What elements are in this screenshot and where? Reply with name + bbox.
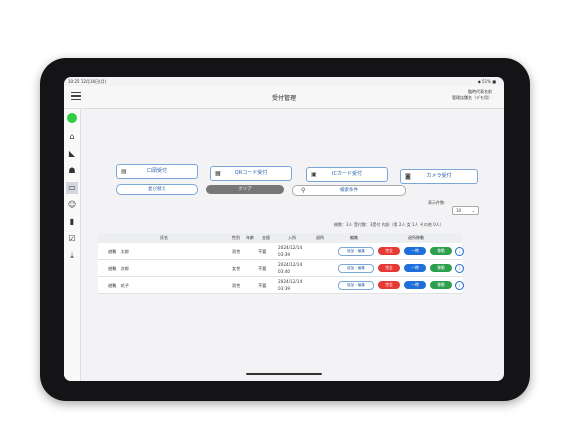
page-title: 受付管理 (271, 95, 296, 102)
oral-reception-button[interactable]: ▤ 口頭受付 (116, 164, 198, 179)
online-status-icon (67, 113, 77, 123)
chart-icon[interactable]: ▮ (66, 216, 78, 228)
row-entry-date: 2024/12/14 (278, 262, 303, 267)
edit-button[interactable]: 追加・編集 (338, 247, 374, 256)
row-name: 避難 花子 (108, 283, 129, 288)
info-icon[interactable]: i (455, 264, 464, 273)
row-support: 不要 (258, 283, 267, 288)
col-age: 年齢 (246, 235, 254, 240)
col-edit: 編集 (350, 235, 358, 240)
move-button[interactable]: 移動 (430, 247, 452, 255)
status-bar: 10:25 12月16日(月) ◆ 51% ■ (64, 77, 504, 86)
ic-card-icon: ▣ (311, 171, 317, 178)
col-support: 支援 (262, 235, 270, 240)
row-gender: 男性 (232, 283, 241, 288)
row-entry-time: 03:39 (278, 252, 291, 257)
row-entry-time: 03:39 (278, 286, 291, 291)
info-icon[interactable]: i (455, 281, 464, 290)
user-store: 管理店舗名（デモ用） (452, 95, 492, 100)
col-gender: 性別 (232, 235, 240, 240)
checklist-icon[interactable]: ☑ (66, 233, 78, 245)
col-exit: 退所 (316, 235, 324, 240)
col-move: 退所移動 (408, 235, 424, 240)
card-icon: ▤ (121, 168, 127, 175)
row-name: 避難 次郎 (108, 266, 129, 271)
col-name: 氏名 (160, 235, 168, 240)
row-gender: 男性 (232, 249, 241, 254)
info-icon[interactable]: i (455, 247, 464, 256)
user-info: 臨時代表名前 管理店舗名（デモ用） (452, 89, 492, 101)
status-time: 10:25 12月16日(月) (68, 79, 107, 84)
move-button[interactable]: 移動 (430, 264, 452, 272)
temporary-button[interactable]: 一時 (404, 264, 426, 272)
sidebar: ⌂ ◣ ☗ ▭ ☺ ▮ ☑ ⤓ (64, 109, 81, 381)
temporary-button[interactable]: 一時 (404, 281, 426, 289)
qr-icon: ▦ (215, 170, 221, 177)
temporary-button[interactable]: 一時 (404, 247, 426, 255)
row-name: 避難 太郎 (108, 249, 129, 254)
qr-reception-button[interactable]: ▦ QRコード受付 (210, 166, 292, 181)
table-body: 避難 太郎 男性 不要 2024/12/14 03:39 追加・編集 完全 一時 移動 i 避難 次… (98, 243, 464, 294)
download-icon[interactable]: ⤓ (66, 250, 78, 262)
top-bar: 受付管理 臨時代表名前 管理店舗名（デモ用） (64, 86, 504, 109)
summary-text: 総数：3人 受付数：3受付 内訳（男 2人 女 1人 その他 0人） (334, 222, 444, 227)
row-gender: 女性 (232, 266, 241, 271)
home-icon[interactable]: ⌂ (66, 131, 78, 143)
row-entry-date: 2024/12/14 (278, 245, 303, 250)
status-right: ◆ 51% ■ (477, 79, 496, 84)
search-conditions-button[interactable]: ⚲ 検索条件 (292, 185, 406, 196)
camera-icon: ◙ (405, 173, 411, 180)
edit-button[interactable]: 追加・編集 (338, 264, 374, 273)
reception-table: 氏名 性別 年齢 支援 入所 退所 編集 退所移動 避難 太郎 男性 不要 2024/… (98, 233, 464, 294)
complete-button[interactable]: 完全 (378, 247, 400, 255)
row-entry-time: 03:40 (278, 269, 291, 274)
ic-card-reception-button[interactable]: ▣ ICカード受付 (306, 167, 388, 182)
chevron-down-icon: ⌄ (471, 208, 475, 213)
megaphone-icon[interactable]: ◣ (66, 148, 78, 160)
row-support: 不要 (258, 249, 267, 254)
app-screen: 10:25 12月16日(月) ◆ 51% ■ 受付管理 臨時代表名前 管理店舗… (64, 77, 504, 381)
move-button[interactable]: 移動 (430, 281, 452, 289)
table-row: 避難 太郎 男性 不要 2024/12/14 03:39 追加・編集 完全 一時 移動 i (98, 243, 464, 260)
table-row: 避難 次郎 女性 不要 2024/12/14 03:40 追加・編集 完全 一時 移動 i (98, 260, 464, 277)
sort-button[interactable]: 並び替え (116, 184, 198, 195)
display-count-label: 表示件数: (428, 200, 446, 205)
group-icon[interactable]: ☗ (66, 165, 78, 177)
edit-button[interactable]: 追加・編集 (338, 281, 374, 290)
reception-icon[interactable]: ▭ (66, 182, 78, 194)
tablet-frame: 10:25 12月16日(月) ◆ 51% ■ 受付管理 臨時代表名前 管理店舗… (40, 58, 530, 401)
home-indicator (246, 373, 322, 375)
table-row: 避難 花子 男性 不要 2024/12/14 03:39 追加・編集 完全 一時 移動 i (98, 277, 464, 294)
camera-reception-button[interactable]: ◙ カメラ受付 (400, 169, 478, 184)
complete-button[interactable]: 完全 (378, 264, 400, 272)
table-header: 氏名 性別 年齢 支援 入所 退所 編集 退所移動 (98, 233, 462, 243)
display-count-select[interactable]: 10 ⌄ (452, 206, 479, 215)
people-icon[interactable]: ☺ (66, 199, 78, 211)
row-entry-date: 2024/12/14 (278, 279, 303, 284)
clear-button[interactable]: クリア (206, 185, 284, 194)
search-icon: ⚲ (301, 187, 306, 194)
main-content: ▤ 口頭受付 ▦ QRコード受付 ▣ ICカード受付 ◙ カメラ受付 並び替え … (82, 109, 502, 381)
row-support: 不要 (258, 266, 267, 271)
col-entry: 入所 (288, 235, 296, 240)
complete-button[interactable]: 完全 (378, 281, 400, 289)
